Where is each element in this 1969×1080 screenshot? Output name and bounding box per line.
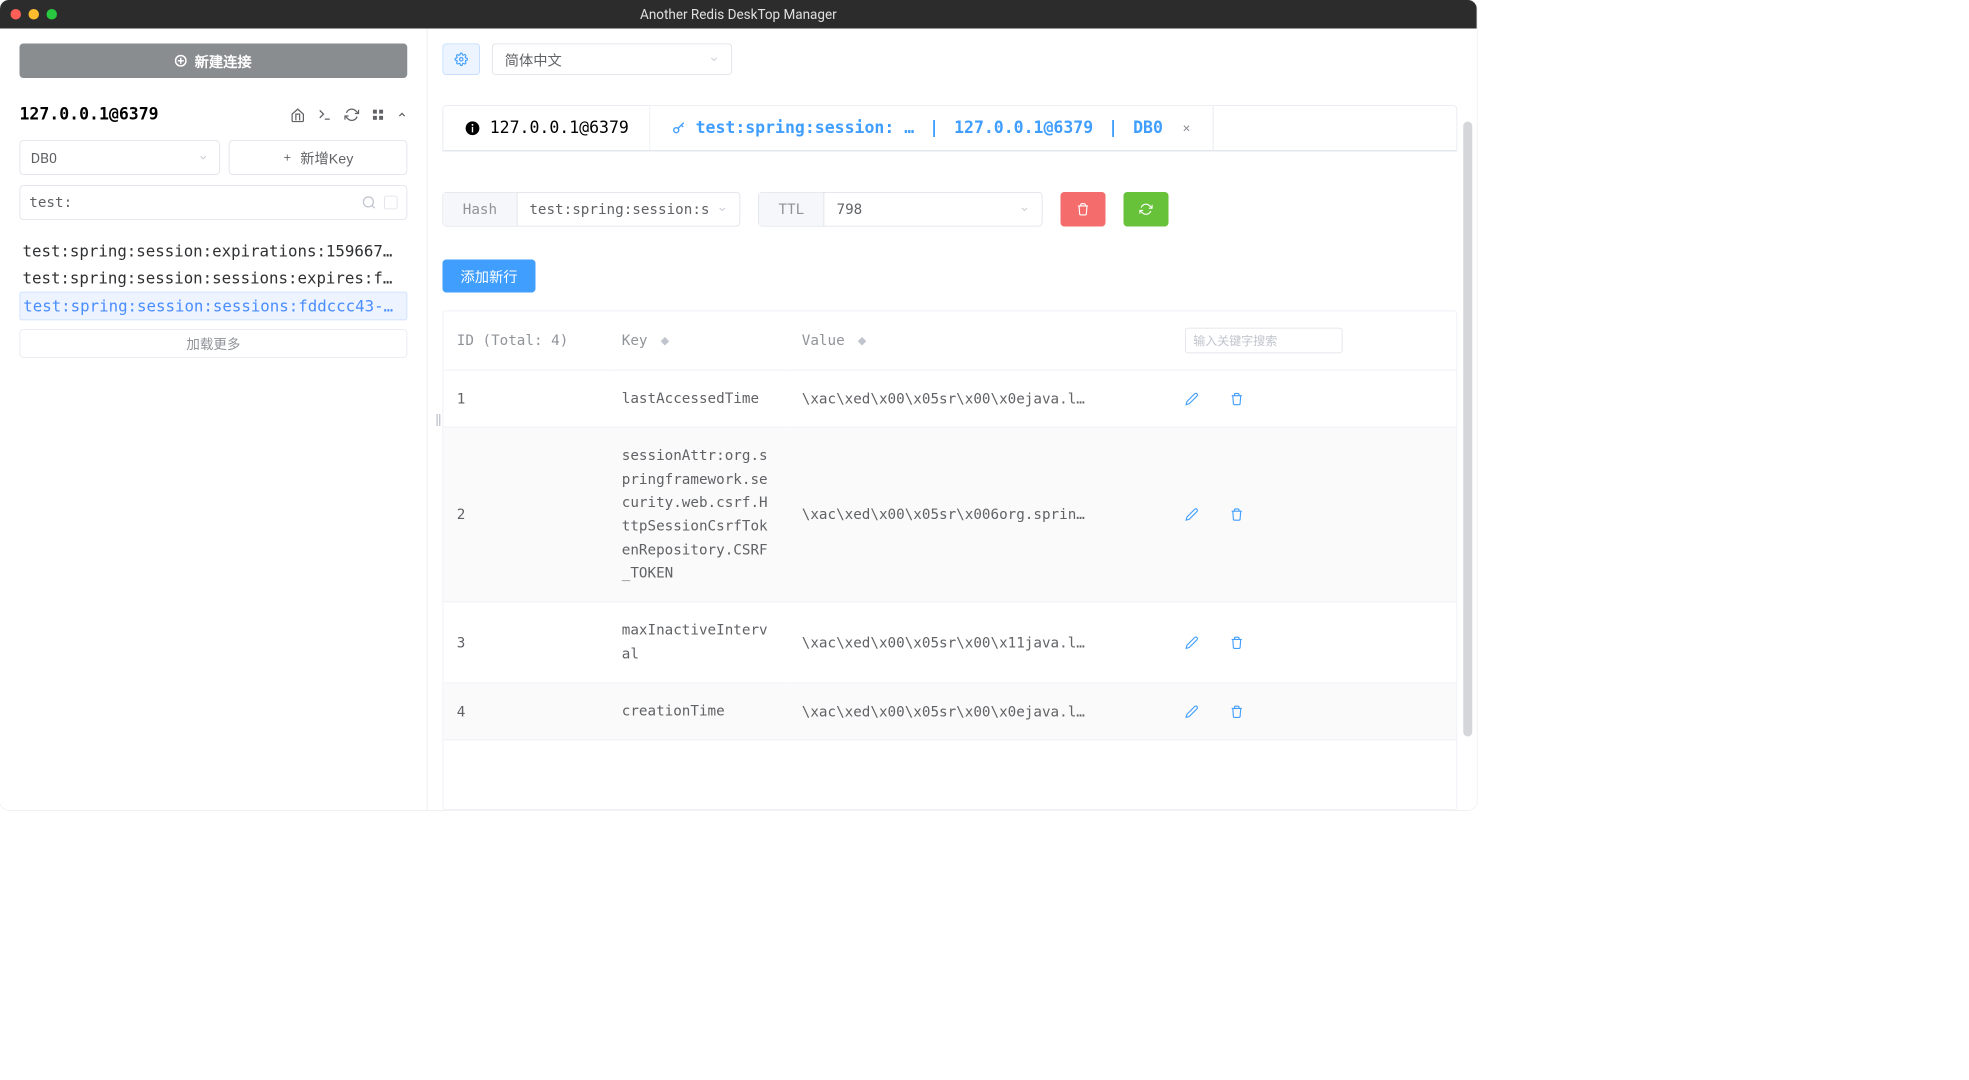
trash-icon xyxy=(1076,203,1090,217)
main-panel: 简体中文 127.0.0.1@6379 test xyxy=(428,29,1477,811)
key-search-input[interactable] xyxy=(29,194,354,211)
cell-id: 4 xyxy=(443,683,608,740)
key-search[interactable] xyxy=(20,185,408,220)
add-key-label: 新增Key xyxy=(300,147,353,167)
language-value: 简体中文 xyxy=(505,49,562,69)
table-row: 4creationTime\xac\xed\x00\x05sr\x00\x0ej… xyxy=(443,683,1456,740)
home-icon[interactable] xyxy=(290,107,305,122)
th-key[interactable]: Key ◆ xyxy=(608,311,788,370)
db-select[interactable]: DB0 xyxy=(20,140,220,175)
cell-key: sessionAttr:org.springframework.security… xyxy=(608,427,788,602)
language-select[interactable]: 简体中文 xyxy=(492,44,732,76)
table-search-input[interactable] xyxy=(1185,328,1343,354)
edit-row-button[interactable] xyxy=(1185,392,1199,406)
key-list: test:spring:session:expirations:159667… … xyxy=(20,238,408,321)
key-type-label: Hash xyxy=(443,193,517,226)
close-window-button[interactable] xyxy=(11,9,22,20)
cell-value: \xac\xed\x00\x05sr\x00\x0ejava.l… xyxy=(788,370,1171,427)
delete-row-button[interactable] xyxy=(1230,636,1244,650)
tab-info-label: 127.0.0.1@6379 xyxy=(490,119,629,138)
tab-key-name: test:spring:session: … xyxy=(696,119,915,138)
table-row: 2sessionAttr:org.springframework.securit… xyxy=(443,427,1456,602)
titlebar: Another Redis DeskTop Manager xyxy=(0,0,1477,29)
cell-value: \xac\xed\x00\x05sr\x00\x11java.l… xyxy=(788,602,1171,683)
hash-table: ID (Total: 4) Key ◆ Value ◆ xyxy=(443,311,1458,811)
th-id[interactable]: ID (Total: 4) xyxy=(443,311,608,370)
ttl-label: TTL xyxy=(759,193,824,226)
add-row-button[interactable]: 添加新行 xyxy=(443,260,536,293)
sort-icon: ◆ xyxy=(858,332,867,349)
cell-key: maxInactiveInterval xyxy=(608,602,788,683)
scrollbar[interactable] xyxy=(1463,122,1472,799)
table-row: 3maxInactiveInterval\xac\xed\x00\x05sr\x… xyxy=(443,602,1456,683)
info-icon xyxy=(464,120,481,137)
grid-icon[interactable] xyxy=(371,107,385,122)
key-name-input[interactable]: test:spring:session:s xyxy=(517,193,739,226)
cell-value: \xac\xed\x00\x05sr\x006org.sprin… xyxy=(788,427,1171,602)
collapse-icon[interactable] xyxy=(397,107,408,122)
tab-key-db: DB0 xyxy=(1133,119,1163,138)
ttl-box: TTL 798 xyxy=(758,192,1042,227)
cell-value: \xac\xed\x00\x05sr\x00\x0ejava.l… xyxy=(788,683,1171,740)
delete-row-button[interactable] xyxy=(1230,705,1244,719)
refresh-icon[interactable] xyxy=(344,107,359,122)
th-value[interactable]: Value ◆ xyxy=(788,311,1171,370)
traffic-lights xyxy=(11,9,58,20)
load-more-button[interactable]: 加载更多 xyxy=(20,329,408,358)
key-item[interactable]: test:spring:session:sessions:expires:f… xyxy=(20,265,408,292)
edit-row-button[interactable] xyxy=(1185,636,1199,650)
minimize-window-button[interactable] xyxy=(29,9,40,20)
settings-button[interactable] xyxy=(443,44,481,76)
gear-icon xyxy=(455,53,469,67)
table-row: 1lastAccessedTime\xac\xed\x00\x05sr\x00\… xyxy=(443,370,1456,427)
chevron-down-icon xyxy=(717,204,728,215)
ttl-input[interactable]: 798 xyxy=(824,193,1042,226)
th-search xyxy=(1172,311,1457,370)
sidebar: 新建连接 127.0.0.1@6379 xyxy=(0,29,428,811)
delete-key-button[interactable] xyxy=(1061,192,1106,227)
close-tab-button[interactable] xyxy=(1181,123,1192,134)
key-icon xyxy=(672,120,687,135)
refresh-icon xyxy=(1139,203,1153,217)
delete-row-button[interactable] xyxy=(1230,508,1244,522)
key-type-box: Hash test:spring:session:s xyxy=(443,192,741,227)
exact-match-checkbox[interactable] xyxy=(384,196,398,210)
tabs: 127.0.0.1@6379 test:spring:session: … | … xyxy=(443,105,1458,152)
new-connection-button[interactable]: 新建连接 xyxy=(20,44,408,79)
search-icon[interactable] xyxy=(362,195,377,210)
edit-row-button[interactable] xyxy=(1185,705,1199,719)
cell-key: lastAccessedTime xyxy=(608,370,788,427)
cell-key: creationTime xyxy=(608,683,788,740)
new-connection-label: 新建连接 xyxy=(195,51,252,71)
db-select-value: DB0 xyxy=(31,149,57,166)
sort-icon: ◆ xyxy=(661,332,670,349)
tab-info[interactable]: 127.0.0.1@6379 xyxy=(443,106,650,150)
chevron-down-icon xyxy=(198,152,209,163)
key-item-selected[interactable]: test:spring:session:sessions:fddccc43-… xyxy=(20,292,408,321)
connection-label: 127.0.0.1@6379 xyxy=(20,105,159,124)
edit-row-button[interactable] xyxy=(1185,508,1199,522)
resize-handle[interactable]: ‖ xyxy=(435,411,442,431)
chevron-down-icon xyxy=(709,54,720,65)
delete-row-button[interactable] xyxy=(1230,392,1244,406)
cell-id: 1 xyxy=(443,370,608,427)
add-key-button[interactable]: 新增Key xyxy=(228,140,407,175)
maximize-window-button[interactable] xyxy=(47,9,58,20)
cell-id: 2 xyxy=(443,427,608,602)
terminal-icon[interactable] xyxy=(317,107,332,122)
chevron-down-icon xyxy=(1019,204,1030,215)
window-title: Another Redis DeskTop Manager xyxy=(640,6,837,22)
key-item[interactable]: test:spring:session:expirations:159667… xyxy=(20,238,408,265)
scrollbar-thumb[interactable] xyxy=(1463,122,1472,737)
plus-circle-icon xyxy=(175,55,187,67)
refresh-key-button[interactable] xyxy=(1124,192,1169,227)
plus-icon xyxy=(282,152,293,163)
cell-id: 3 xyxy=(443,602,608,683)
tab-key-host: 127.0.0.1@6379 xyxy=(954,119,1093,138)
tab-key-active[interactable]: test:spring:session: … | 127.0.0.1@6379 … xyxy=(651,106,1214,150)
